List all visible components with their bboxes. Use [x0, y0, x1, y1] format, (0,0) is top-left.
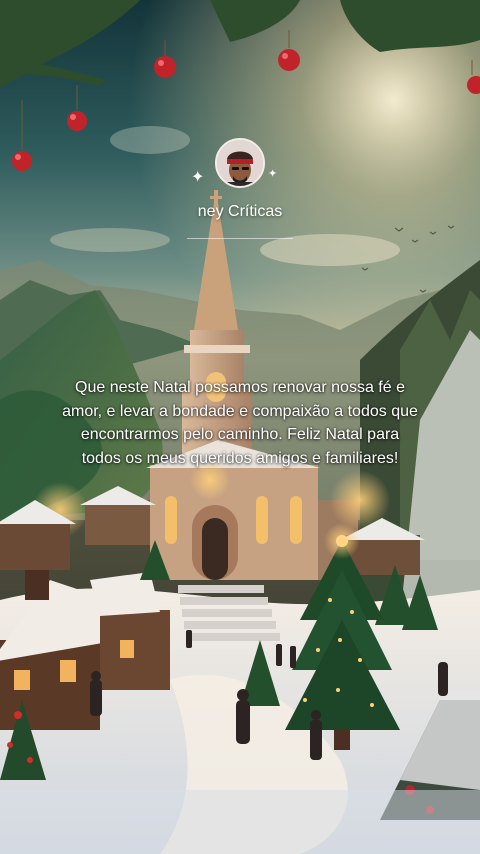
- avatar[interactable]: [215, 138, 265, 188]
- username[interactable]: ney Críticas: [0, 203, 480, 221]
- sparkle-icon: ✦: [191, 169, 205, 186]
- post-message: Que neste Natal possamos renovar nossa f…: [62, 379, 418, 467]
- story-frame: ✦ ✦ ney Críticas Que neste Natal possamo…: [0, 0, 480, 854]
- sparkle-icon: ✦: [268, 168, 278, 180]
- avatar-icon: [217, 140, 263, 186]
- divider: [187, 238, 293, 239]
